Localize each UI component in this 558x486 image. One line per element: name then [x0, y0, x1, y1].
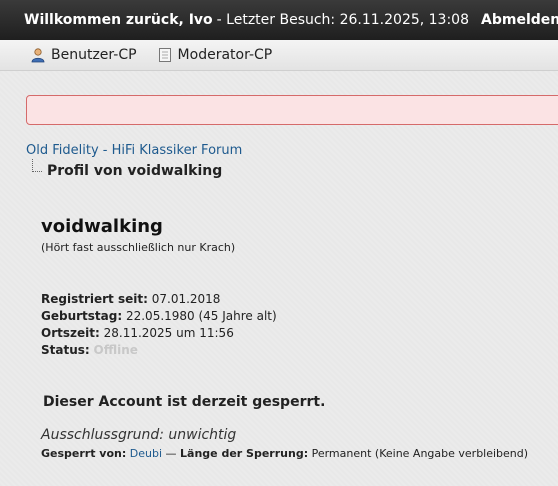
user-icon [30, 47, 46, 63]
logout-link[interactable]: Abmelden ➜ [481, 12, 558, 28]
registered-row: Registriert seit: 07.01.2018 [41, 292, 220, 306]
localtime-label: Ortszeit: [41, 326, 100, 340]
status-badge: Offline [93, 343, 138, 357]
ban-separator: — [165, 447, 177, 460]
ban-length-value: Permanent (Keine Angabe verbleibend) [311, 447, 529, 460]
breadcrumb-forum-link[interactable]: Old Fidelity - HiFi Klassiker Forum [26, 143, 242, 158]
last-visit-text: - Letzter Besuch: 26.11.2025, 13:08 [216, 12, 469, 28]
banned-by-label: Gesperrt von: [41, 447, 127, 460]
status-row: Status: Offline [41, 343, 138, 357]
top-bar: Willkommen zurück, Ivo - Letzter Besuch:… [0, 0, 558, 40]
birthday-row: Geburtstag: 22.05.1980 (45 Jahre alt) [41, 309, 277, 323]
status-label: Status: [41, 343, 90, 357]
registered-label: Registriert seit: [41, 292, 148, 306]
profile-usertitle: (Hört fast ausschließlich nur Krach) [41, 241, 236, 254]
localtime-value: 28.11.2025 um 11:56 [103, 326, 234, 340]
document-icon [157, 47, 173, 63]
moderator-cp-link[interactable]: Moderator-CP [157, 47, 273, 63]
ban-details: Gesperrt von: Deubi — Länge der Sperrung… [41, 447, 528, 460]
ban-message: Dieser Account ist derzeit gesperrt. [43, 394, 326, 410]
moderator-cp-label: Moderator-CP [177, 47, 273, 63]
banned-by-link[interactable]: Deubi [130, 447, 162, 460]
birthday-label: Geburtstag: [41, 309, 123, 323]
user-cp-label: Benutzer-CP [51, 47, 137, 63]
registered-value: 07.01.2018 [151, 292, 221, 306]
page-title: Profil von voidwalking [47, 163, 223, 179]
breadcrumb-tree-connector [32, 159, 42, 172]
welcome-text: Willkommen zurück, Ivo [24, 12, 213, 28]
user-cp-link[interactable]: Benutzer-CP [30, 47, 137, 63]
localtime-row: Ortszeit: 28.11.2025 um 11:56 [41, 326, 234, 340]
error-notice [26, 95, 558, 125]
ban-reason: Ausschlussgrund: unwichtig [41, 427, 237, 443]
ban-length-label: Länge der Sperrung: [180, 447, 309, 460]
birthday-value: 22.05.1980 (45 Jahre alt) [125, 309, 277, 323]
profile-username: voidwalking [41, 216, 163, 237]
logout-label: Abmelden [481, 12, 558, 28]
control-panel-bar: Benutzer-CP Moderator-CP [0, 40, 558, 71]
